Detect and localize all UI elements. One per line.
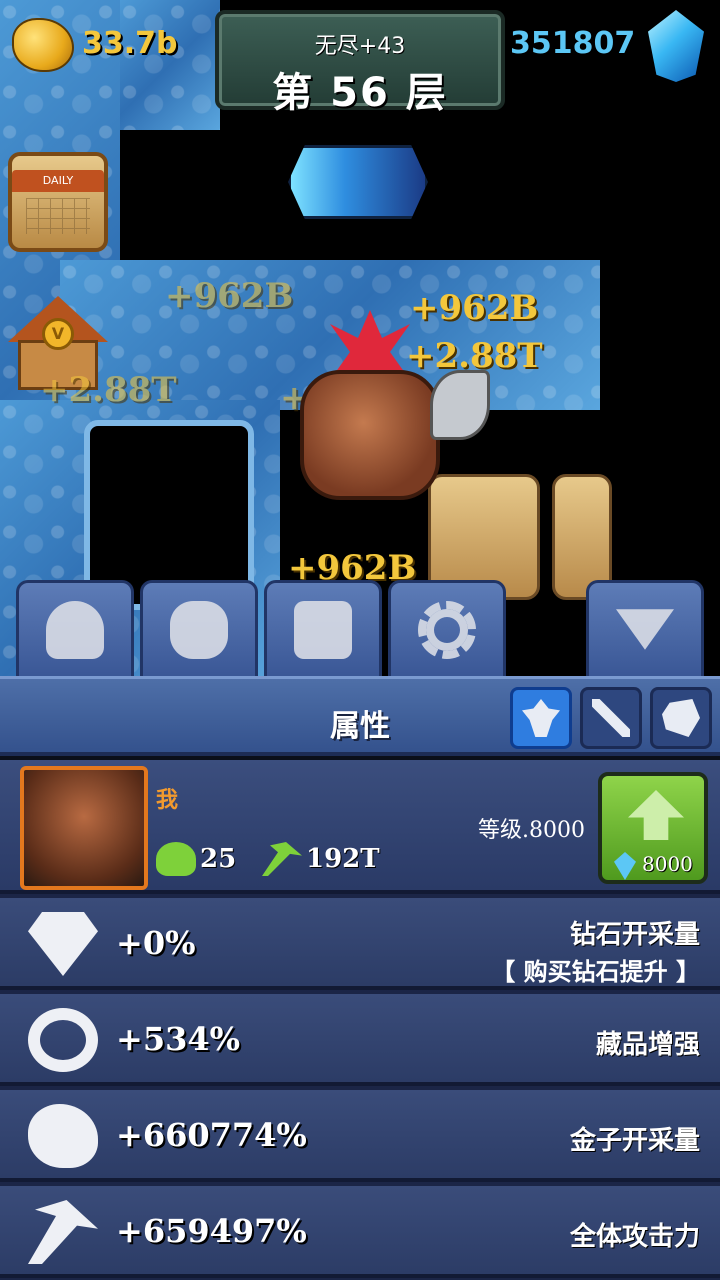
attribute-list[interactable]: 我 25 192T 等级.8000 8000 +0% 钻石开采量 【 购买钻石提… <box>0 760 720 1280</box>
rock-icon <box>662 699 700 737</box>
attribute-value: +0% <box>116 924 196 962</box>
floor-label: 第 56 层 <box>272 70 448 116</box>
pickaxe-icon <box>28 1200 98 1264</box>
tab-settings[interactable] <box>388 580 506 676</box>
player-name: 我 <box>156 788 179 813</box>
player-level: 等级.8000 <box>478 818 585 843</box>
attack-value: 192T <box>306 844 380 874</box>
group-icon <box>170 600 228 659</box>
collapse-panel-button[interactable] <box>586 580 704 676</box>
attribute-label: 金子开采量 <box>569 1126 700 1156</box>
attribute-row-collection[interactable]: +534% 藏品增强 <box>0 994 720 1086</box>
attribute-row-diamond[interactable]: +0% 钻石开采量 【 购买钻石提升 】 <box>0 898 720 990</box>
attribute-row-gold[interactable]: +660774% 金子开采量 <box>0 1090 720 1182</box>
gear-icon <box>418 600 476 659</box>
gold-amount: 33.7b <box>82 26 178 61</box>
tab-ores[interactable] <box>650 687 712 749</box>
gem-amount: 351807 <box>510 26 636 61</box>
coin-icon: V <box>42 318 74 350</box>
mode-label: 无尽+43 <box>314 34 406 59</box>
hero-body <box>300 370 440 500</box>
ice-wall-top <box>120 0 220 130</box>
attribute-value: +660774% <box>116 1116 307 1154</box>
attribute-value: +659497% <box>116 1212 307 1250</box>
chest-icon <box>294 600 352 659</box>
buy-diamond-link[interactable]: 【 购买钻石提升 】 <box>491 952 700 987</box>
gem-icon[interactable] <box>648 10 704 82</box>
avatar[interactable] <box>20 766 148 890</box>
daily-label: DAILY <box>12 170 104 192</box>
hero-character[interactable] <box>270 310 490 530</box>
player-row: 我 25 192T 等级.8000 8000 <box>0 760 720 894</box>
crossed-swords-icon <box>592 699 630 737</box>
panel-header: 属性 <box>0 676 720 756</box>
level-up-button[interactable]: 8000 <box>598 772 708 884</box>
damage-number: +2.88T <box>40 370 177 410</box>
attribute-label: 全体攻击力 <box>569 1222 700 1252</box>
team-icon <box>156 842 196 876</box>
tab-hero[interactable] <box>16 580 134 676</box>
person-icon <box>46 600 104 659</box>
team-count: 25 <box>200 844 237 874</box>
upgrade-cost: 8000 <box>642 852 693 876</box>
attribute-label: 藏品增强 <box>595 1030 700 1060</box>
tab-chest[interactable] <box>264 580 382 676</box>
gold-nugget-icon <box>28 1104 98 1168</box>
crystal-icon[interactable] <box>288 145 428 219</box>
daily-calendar-button[interactable]: DAILY <box>8 152 108 252</box>
pickaxe-icon <box>262 842 302 876</box>
attribute-value: +534% <box>116 1020 241 1058</box>
diamond-icon <box>28 912 98 976</box>
arrow-up-icon <box>628 790 684 840</box>
game-scene[interactable]: 33.7b 351807 无尽+43 第 56 层 DAILY V +962B … <box>0 0 720 680</box>
gem-icon <box>614 852 636 880</box>
tab-attributes[interactable] <box>510 687 572 749</box>
axe-icon <box>430 370 490 440</box>
muscle-icon <box>522 699 560 737</box>
main-tab-bar <box>0 580 720 676</box>
ring-icon <box>28 1008 98 1072</box>
calendar-grid-icon <box>26 198 90 234</box>
floor-sign: 无尽+43 第 56 层 <box>215 10 505 116</box>
attribute-row-attack[interactable]: +659497% 全体攻击力 <box>0 1186 720 1278</box>
tab-skills[interactable] <box>580 687 642 749</box>
tab-team[interactable] <box>140 580 258 676</box>
attribute-label: 钻石开采量 <box>569 920 700 950</box>
chevron-down-icon <box>616 609 674 650</box>
